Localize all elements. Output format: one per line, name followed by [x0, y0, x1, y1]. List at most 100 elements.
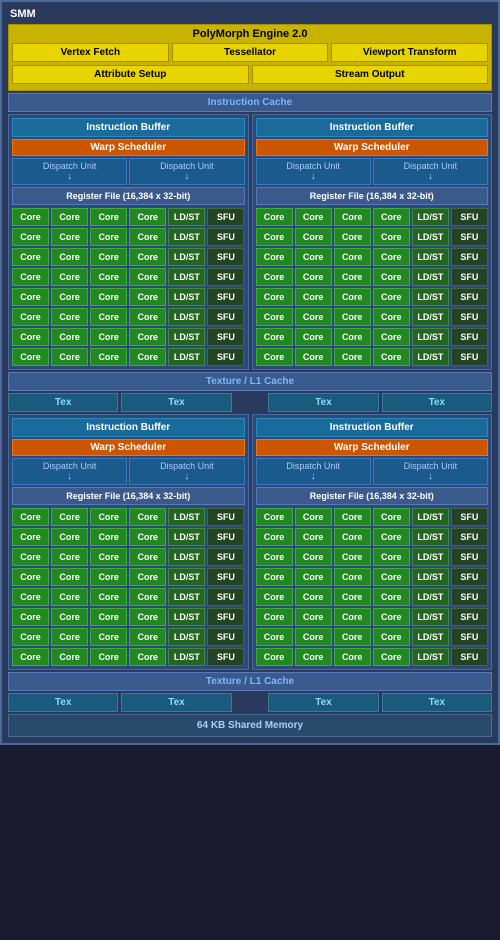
ldst: LD/ST: [168, 288, 205, 306]
core: Core: [129, 328, 166, 346]
core: Core: [256, 228, 293, 246]
ldst: LD/ST: [168, 228, 205, 246]
table-row: Core Core Core Core LD/ST SFU: [256, 328, 489, 346]
ldst: LD/ST: [412, 208, 449, 226]
core: Core: [373, 328, 410, 346]
table-row: Core Core Core Core LD/ST SFU: [12, 248, 245, 266]
polymorph-row1: Vertex Fetch Tessellator Viewport Transf…: [12, 43, 488, 62]
core: Core: [51, 608, 88, 626]
core: Core: [129, 628, 166, 646]
sm2-register-file: Register File (16,384 x 32-bit): [256, 187, 489, 205]
core: Core: [12, 288, 49, 306]
core: Core: [51, 288, 88, 306]
sfu: SFU: [451, 568, 488, 586]
core: Core: [12, 628, 49, 646]
sfu: SFU: [451, 328, 488, 346]
sm-units-bottom-row: Instruction Buffer Warp Scheduler Dispat…: [8, 414, 492, 670]
sfu: SFU: [207, 628, 244, 646]
ldst: LD/ST: [168, 568, 205, 586]
ldst: LD/ST: [168, 548, 205, 566]
core: Core: [256, 548, 293, 566]
sm4-cores-grid: Core Core Core Core LD/ST SFU Core Core …: [256, 508, 489, 666]
ldst: LD/ST: [412, 548, 449, 566]
core: Core: [51, 628, 88, 646]
core: Core: [334, 648, 371, 666]
core: Core: [90, 588, 127, 606]
core: Core: [129, 508, 166, 526]
core: Core: [12, 648, 49, 666]
core: Core: [12, 588, 49, 606]
core: Core: [12, 248, 49, 266]
core: Core: [90, 548, 127, 566]
ldst: LD/ST: [168, 528, 205, 546]
sm2-dispatch-unit-1: Dispatch Unit↓: [256, 158, 371, 185]
sfu: SFU: [207, 248, 244, 266]
core: Core: [256, 268, 293, 286]
sfu: SFU: [451, 548, 488, 566]
ldst: LD/ST: [412, 328, 449, 346]
core: Core: [256, 308, 293, 326]
table-row: Core Core Core Core LD/ST SFU: [12, 648, 245, 666]
sm-unit-1: Instruction Buffer Warp Scheduler Dispat…: [8, 114, 249, 370]
core: Core: [12, 308, 49, 326]
core: Core: [12, 608, 49, 626]
tex-5: Tex: [8, 693, 118, 712]
ldst: LD/ST: [412, 628, 449, 646]
core: Core: [295, 228, 332, 246]
core: Core: [90, 528, 127, 546]
core: Core: [295, 508, 332, 526]
core: Core: [373, 308, 410, 326]
sfu: SFU: [207, 328, 244, 346]
sfu: SFU: [451, 248, 488, 266]
core: Core: [373, 588, 410, 606]
sm2-instruction-buffer: Instruction Buffer: [256, 118, 489, 137]
sfu: SFU: [207, 208, 244, 226]
core: Core: [129, 308, 166, 326]
sm1-instruction-buffer: Instruction Buffer: [12, 118, 245, 137]
core: Core: [256, 288, 293, 306]
sm4-warp-scheduler: Warp Scheduler: [256, 439, 489, 456]
core: Core: [373, 348, 410, 366]
core: Core: [334, 348, 371, 366]
sm2-dispatch-unit-2: Dispatch Unit↓: [373, 158, 488, 185]
tex-3: Tex: [268, 393, 378, 412]
sm4-dispatch-unit-1: Dispatch Unit↓: [256, 458, 371, 485]
table-row: Core Core Core Core LD/ST SFU: [12, 268, 245, 286]
ldst: LD/ST: [168, 248, 205, 266]
sm2-cores-grid: Core Core Core Core LD/ST SFU Core Core …: [256, 208, 489, 366]
polymorph-section: PolyMorph Engine 2.0 Vertex Fetch Tessel…: [8, 24, 492, 91]
table-row: Core Core Core Core LD/ST SFU: [12, 528, 245, 546]
core: Core: [51, 348, 88, 366]
texture-l1-cache-bottom: Texture / L1 Cache: [8, 672, 492, 691]
tex-units-top: Tex Tex Tex Tex: [8, 393, 492, 412]
core: Core: [256, 568, 293, 586]
core: Core: [90, 248, 127, 266]
table-row: Core Core Core Core LD/ST SFU: [256, 628, 489, 646]
sfu: SFU: [207, 308, 244, 326]
table-row: Core Core Core Core LD/ST SFU: [256, 548, 489, 566]
core: Core: [256, 528, 293, 546]
core: Core: [129, 248, 166, 266]
core: Core: [90, 508, 127, 526]
core: Core: [90, 348, 127, 366]
ldst: LD/ST: [412, 648, 449, 666]
ldst: LD/ST: [412, 508, 449, 526]
core: Core: [334, 288, 371, 306]
core: Core: [12, 228, 49, 246]
core: Core: [129, 268, 166, 286]
core: Core: [373, 628, 410, 646]
ldst: LD/ST: [412, 348, 449, 366]
sm4-dispatch-unit-2: Dispatch Unit↓: [373, 458, 488, 485]
ldst: LD/ST: [412, 588, 449, 606]
core: Core: [51, 268, 88, 286]
polymorph-title: PolyMorph Engine 2.0: [12, 28, 488, 40]
table-row: Core Core Core Core LD/ST SFU: [12, 228, 245, 246]
ldst: LD/ST: [168, 648, 205, 666]
table-row: Core Core Core Core LD/ST SFU: [12, 348, 245, 366]
ldst: LD/ST: [412, 288, 449, 306]
sfu: SFU: [451, 308, 488, 326]
table-row: Core Core Core Core LD/ST SFU: [256, 568, 489, 586]
table-row: Core Core Core Core LD/ST SFU: [256, 588, 489, 606]
table-row: Core Core Core Core LD/ST SFU: [12, 628, 245, 646]
core: Core: [373, 648, 410, 666]
